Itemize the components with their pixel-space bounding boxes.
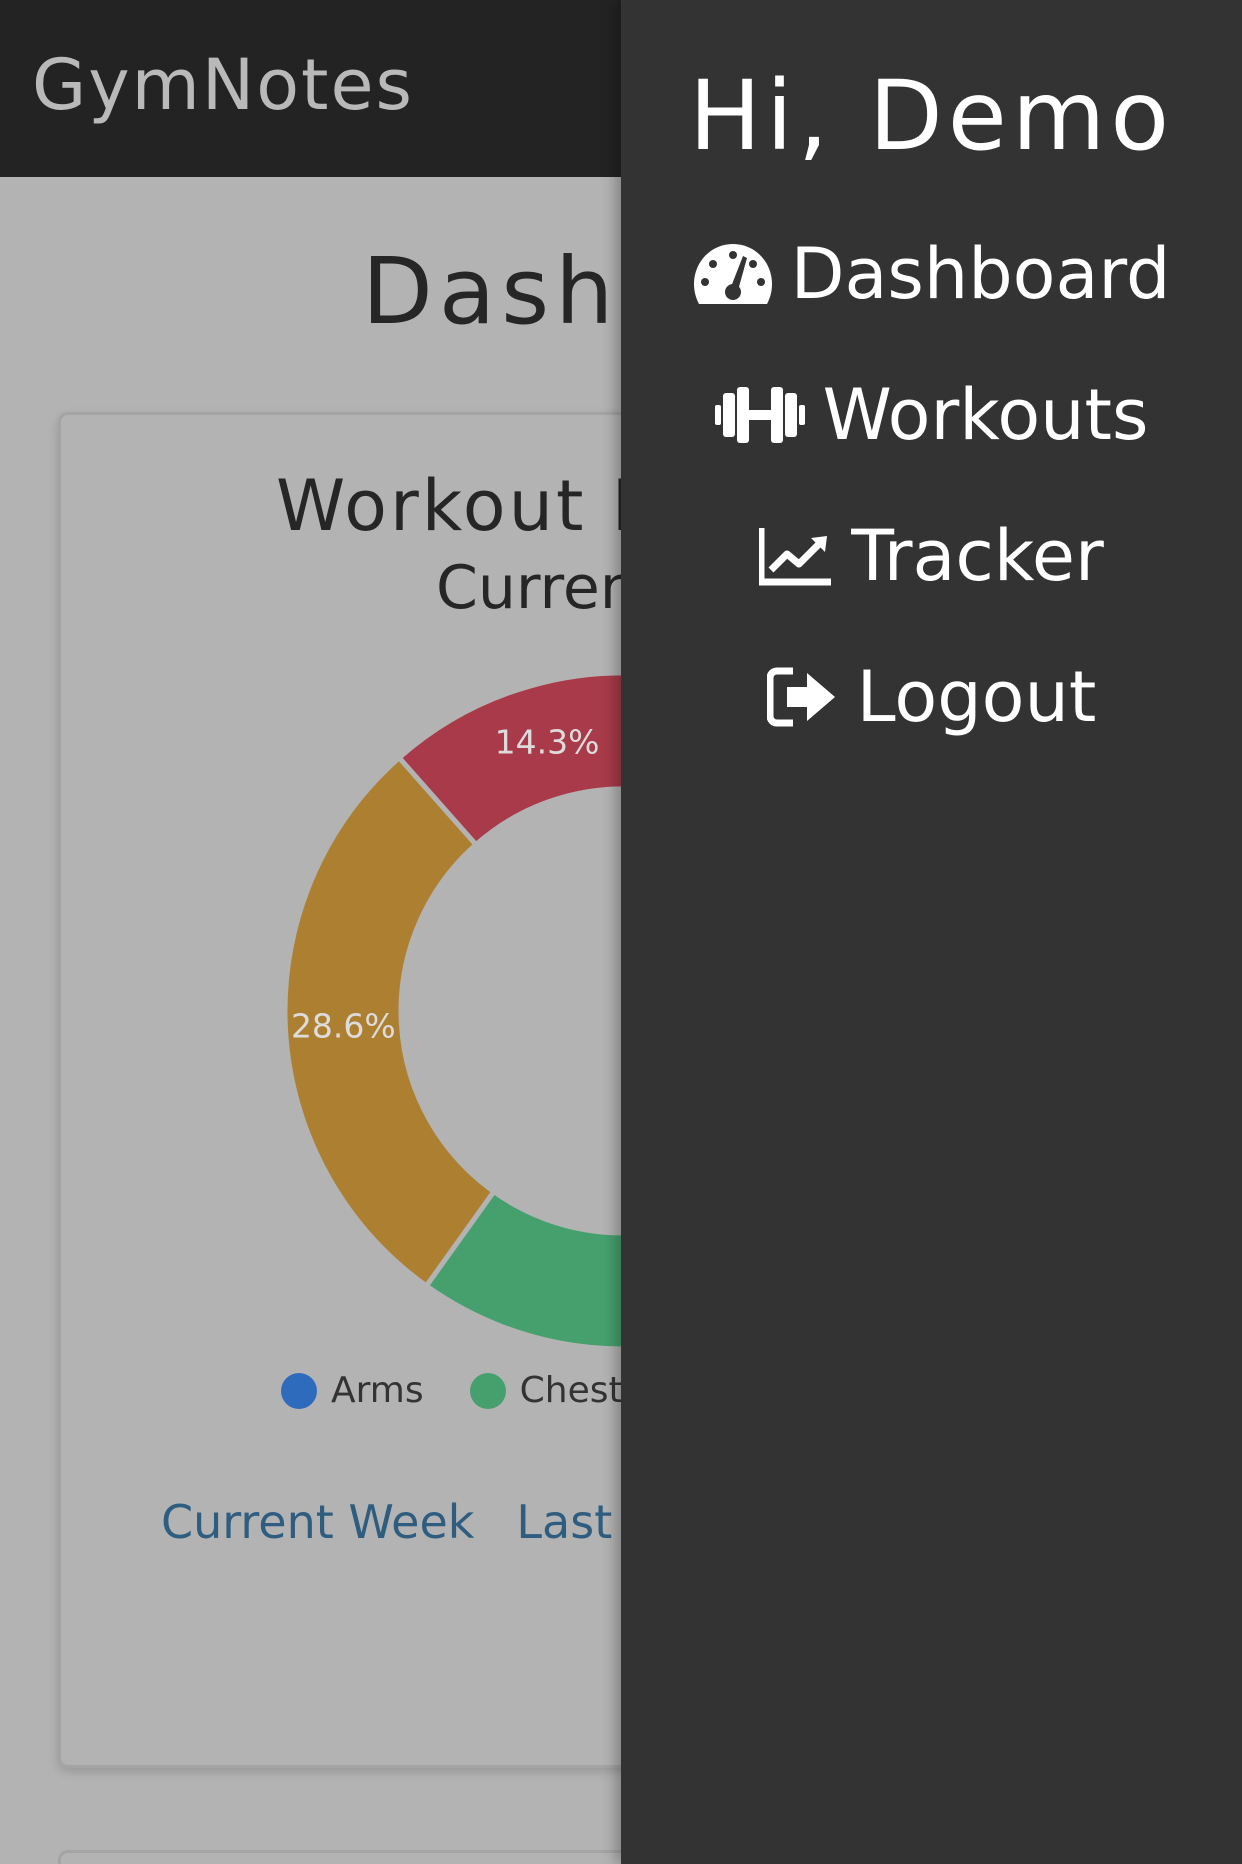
nav-label-dashboard: Dashboard: [790, 233, 1171, 315]
slice-label-1: 28.6%: [291, 1006, 396, 1045]
nav-item-workouts[interactable]: Workouts: [621, 365, 1242, 465]
nav-label-logout: Logout: [856, 656, 1097, 738]
brand-title[interactable]: GymNotes: [32, 44, 414, 126]
nav-label-tracker: Tracker: [851, 515, 1104, 597]
nav-item-dashboard[interactable]: Dashboard: [621, 224, 1242, 324]
logout-icon: [766, 667, 839, 727]
nav-label-workouts: Workouts: [822, 374, 1149, 456]
line-chart-icon: [759, 526, 833, 586]
nav-item-logout[interactable]: Logout: [621, 647, 1242, 747]
dumbbell-icon: [714, 383, 805, 447]
legend-item-arms[interactable]: Arms: [281, 1370, 424, 1411]
nav-item-tracker[interactable]: Tracker: [621, 506, 1242, 606]
legend-label-arms: Arms: [331, 1370, 424, 1411]
legend-label-chest: Chest: [519, 1370, 623, 1411]
navigation-drawer: Hi, Demo Dashboard Workouts Tracker Logo…: [621, 0, 1242, 1864]
tachometer-icon: [693, 242, 773, 306]
legend-item-chest[interactable]: Chest: [469, 1370, 623, 1411]
range-links: Current Week Last 7: [161, 1495, 656, 1549]
app-screen: GymNotes Dashb Workout B Curren 14.3% 28.…: [0, 0, 1242, 1864]
legend-swatch-chest: [469, 1372, 506, 1409]
legend-swatch-arms: [281, 1372, 317, 1409]
user-greeting: Hi, Demo: [688, 60, 1175, 172]
range-link-current-week[interactable]: Current Week: [161, 1495, 474, 1549]
slice-label-0: 14.3%: [495, 722, 600, 761]
chart-legend: Arms Chest: [281, 1370, 623, 1411]
